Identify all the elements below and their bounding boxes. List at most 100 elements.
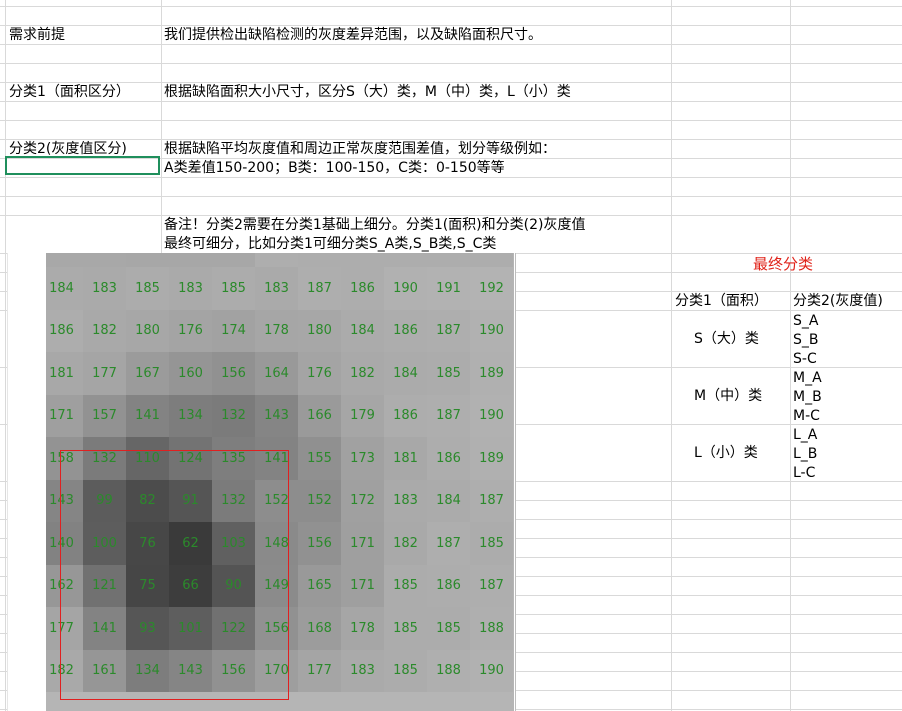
pixel-value-cell: 121 [83, 564, 126, 607]
pixel-value-cell: 185 [427, 607, 470, 650]
pixel-value-cell: 181 [46, 352, 83, 395]
pixel-value-cell: 180 [126, 253, 169, 267]
pixel-value-cell: 182 [341, 352, 384, 395]
grid-row-line [0, 6, 902, 7]
group-m-item[interactable]: M_A [793, 369, 822, 387]
grid-row-line [0, 44, 902, 45]
pixel-value-cell: 185 [212, 267, 255, 310]
group-l-item[interactable]: L_A [793, 426, 817, 444]
pixel-value-cell: 186 [427, 437, 470, 480]
pixel-value-cell: 186 [384, 309, 427, 352]
pixel-value-cell: 185 [126, 267, 169, 310]
group-m-name[interactable]: M（中）类 [694, 387, 762, 405]
spreadsheet-grid[interactable]: 需求前提 我们提供检出缺陷检测的灰度差异范围，以及缺陷面积尺寸。 分类1（面积区… [0, 0, 902, 711]
pixel-value-cell: 140 [46, 522, 83, 565]
group-l-name[interactable]: L（小）类 [694, 444, 758, 462]
pixel-value-cell: 156 [255, 607, 298, 650]
pixel-value-cell: 148 [255, 522, 298, 565]
pixel-value-cell: 176 [169, 309, 212, 352]
pixel-value-cell: 167 [126, 352, 169, 395]
pixel-value-cell: 141 [126, 394, 169, 437]
grid-row-line [0, 63, 902, 64]
pixel-value-cell: 161 [83, 649, 126, 692]
pixel-value-cell: 186 [298, 253, 341, 267]
pixel-value-cell: 179 [341, 394, 384, 437]
pixel-value-cell: 186 [427, 564, 470, 607]
pixel-value-cell: 180 [298, 309, 341, 352]
pixel-value-cell: 187 [427, 394, 470, 437]
category2-text-line2[interactable]: A类差值150-200；B类：100-150，C类：0-150等等 [164, 159, 505, 177]
grid-row-line [0, 101, 902, 102]
note-line2[interactable]: 最终可细分，比如分类1可细分类S_A类,S_B类,S_C类 [164, 235, 496, 253]
pixel-value-cell: 187 [427, 309, 470, 352]
pixel-value-cell: 189 [470, 352, 513, 395]
grid-col-line [5, 0, 6, 711]
category2-text-line1[interactable]: 根据缺陷平均灰度值和周边正常灰度范围差值，划分等级例如： [164, 140, 556, 158]
embedded-pixel-image[interactable]: 1811811801801801871861861861861861841831… [7, 253, 516, 711]
final-col1-header[interactable]: 分类1（面积） [675, 292, 768, 310]
pixel-value-cell: 183 [384, 479, 427, 522]
pixel-value-cell: 141 [83, 607, 126, 650]
pixel-value-cell: 134 [126, 649, 169, 692]
pixel-value-cell: 187 [255, 253, 298, 267]
note-line1[interactable]: 备注！分类2需要在分类1基础上细分。分类1(面积)和分类(2)灰度值 [164, 216, 585, 234]
pixel-value-cell: 134 [169, 394, 212, 437]
pixel-value-cell: 93 [126, 607, 169, 650]
category1-text-cell[interactable]: 根据缺陷面积大小尺寸，区分S（大）类，M（中）类，L（小）类 [164, 83, 571, 101]
pixel-value-cell: 152 [298, 479, 341, 522]
pixel-value-cell: 190 [470, 309, 513, 352]
group-s-item[interactable]: S-C [793, 350, 817, 368]
pixel-value-cell: 185 [427, 352, 470, 395]
final-classification-title[interactable]: 最终分类 [753, 255, 813, 273]
pixel-grid: 1811811801801801871861861861861861841831… [46, 253, 514, 711]
pixel-value-cell: 168 [298, 607, 341, 650]
premise-label-cell[interactable]: 需求前提 [9, 26, 65, 44]
pixel-value-cell: 185 [384, 649, 427, 692]
pixel-value-cell: 187 [298, 267, 341, 310]
pixel-value-cell: 183 [255, 267, 298, 310]
pixel-value-cell: 177 [298, 649, 341, 692]
pixel-value-cell: 99 [83, 479, 126, 522]
pixel-value-cell: 162 [46, 564, 83, 607]
pixel-value-cell: 171 [341, 522, 384, 565]
group-s-name[interactable]: S（大）类 [694, 330, 759, 348]
pixel-value-cell: 183 [83, 267, 126, 310]
group-s-item[interactable]: S_A [793, 312, 818, 330]
pixel-value-cell: 122 [212, 607, 255, 650]
group-s-item[interactable]: S_B [793, 331, 819, 349]
pixel-value-cell: 177 [83, 352, 126, 395]
premise-text-cell[interactable]: 我们提供检出缺陷检测的灰度差异范围，以及缺陷面积尺寸。 [164, 26, 542, 44]
group-l-item[interactable]: L-C [793, 464, 815, 482]
pixel-value-cell: 189 [470, 437, 513, 480]
selected-cell[interactable] [5, 156, 160, 175]
group-l-item[interactable]: L_B [793, 445, 817, 463]
pixel-value-cell: 187 [470, 564, 513, 607]
pixel-value-cell: 76 [126, 522, 169, 565]
pixel-value-cell: 185 [470, 522, 513, 565]
category1-label-cell[interactable]: 分类1（面积区分） [9, 83, 130, 101]
pixel-value-cell: 185 [384, 564, 427, 607]
pixel-value-cell: 66 [169, 564, 212, 607]
pixel-value-cell: 182 [46, 649, 83, 692]
grid-col-line [671, 0, 672, 711]
pixel-value-cell: 156 [212, 649, 255, 692]
group-m-item[interactable]: M-C [793, 407, 820, 425]
group-m-item[interactable]: M_B [793, 388, 822, 406]
pixel-value-cell: 171 [46, 394, 83, 437]
pixel-value-cell: 176 [298, 352, 341, 395]
pixel-value-cell: 184 [341, 309, 384, 352]
pixel-value-cell: 75 [126, 564, 169, 607]
pixel-value-cell: 90 [212, 564, 255, 607]
pixel-value-cell: 110 [126, 437, 169, 480]
pixel-value-cell: 103 [212, 522, 255, 565]
pixel-value-cell: 184 [384, 352, 427, 395]
pixel-value-cell: 181 [83, 253, 126, 267]
pixel-value-cell: 172 [341, 479, 384, 522]
final-col2-header[interactable]: 分类2(灰度值) [793, 292, 883, 310]
pixel-value-cell: 190 [470, 649, 513, 692]
pixel-value-cell: 155 [298, 437, 341, 480]
pixel-value-cell: 143 [169, 649, 212, 692]
pixel-value-cell: 191 [427, 267, 470, 310]
pixel-value-cell: 62 [169, 522, 212, 565]
pixel-value-cell: 186 [470, 253, 513, 267]
